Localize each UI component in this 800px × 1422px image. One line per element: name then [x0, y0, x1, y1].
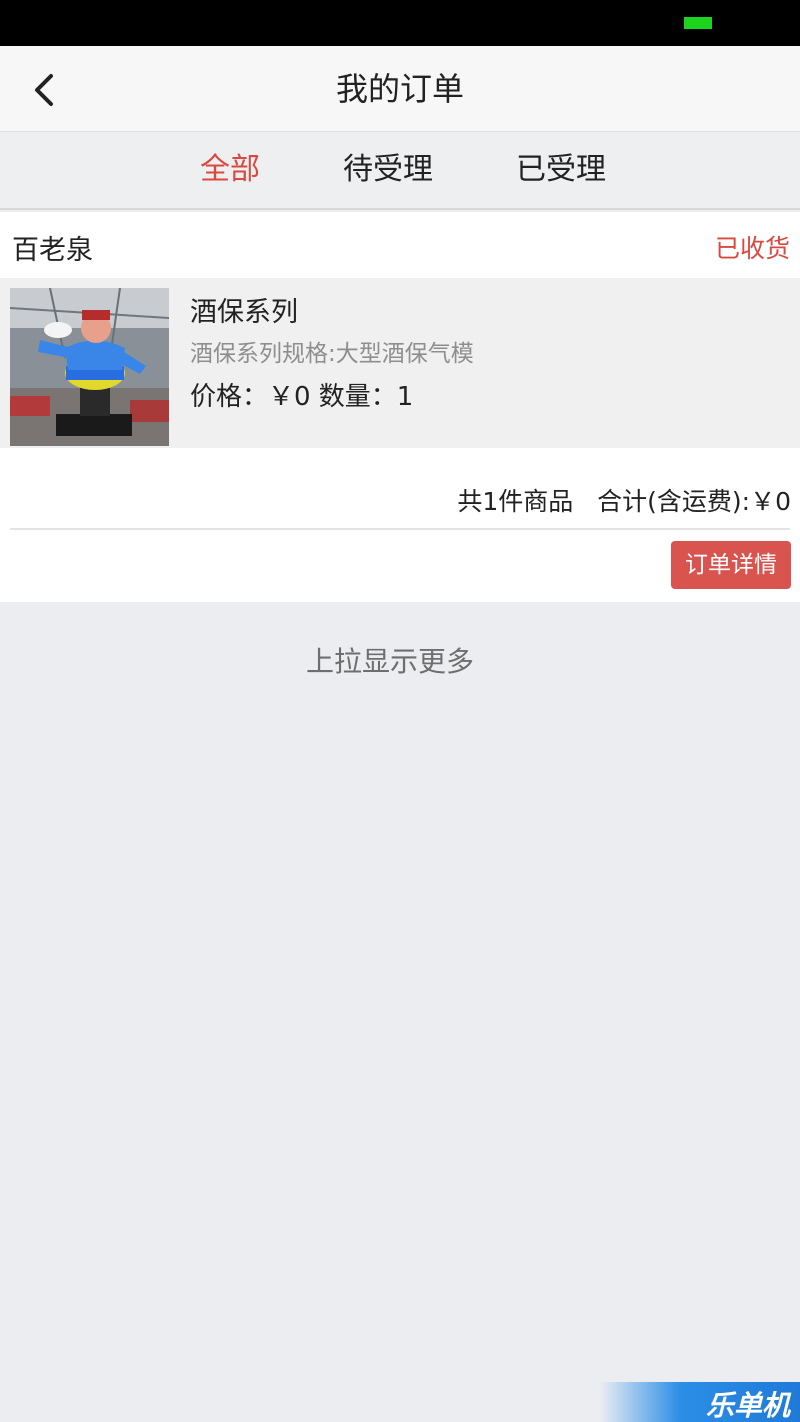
order-tabs: 全部 待受理 已受理 [0, 132, 800, 210]
product-name: 酒保系列 [190, 297, 298, 328]
tab-accepted[interactable]: 已受理 [516, 132, 606, 208]
watermark-text: 乐单机 [705, 1389, 790, 1422]
product-price-quantity: 价格：￥0 数量：1 [190, 382, 414, 412]
product-thumbnail [10, 288, 169, 446]
nav-bar: 我的订单 [0, 46, 800, 132]
divider [10, 528, 790, 530]
product-item[interactable]: 酒保系列 酒保系列规格:大型酒保气模 价格：￥0 数量：1 [0, 278, 800, 448]
watermark: 乐单机 [600, 1382, 800, 1422]
load-more-hint: 上拉显示更多 [0, 640, 800, 680]
tab-all[interactable]: 全部 [200, 132, 260, 208]
tab-pending[interactable]: 待受理 [343, 132, 433, 208]
order-detail-button[interactable]: 订单详情 [671, 541, 791, 589]
order-card: 百老泉 已收货 酒保系列 酒保系列规格:大型酒保气模 价格：￥0 数量：1 共1… [0, 212, 800, 602]
battery-icon [684, 17, 712, 29]
status-bar [0, 0, 800, 46]
product-spec: 酒保系列规格:大型酒保气模 [190, 341, 474, 367]
page-title: 我的订单 [335, 70, 464, 108]
shop-name: 百老泉 [12, 235, 93, 266]
load-more-label: 上拉显示更多 [305, 645, 474, 678]
order-status: 已收货 [714, 234, 790, 263]
order-summary: 共1件商品 合计(含运费):￥0 [457, 487, 791, 516]
